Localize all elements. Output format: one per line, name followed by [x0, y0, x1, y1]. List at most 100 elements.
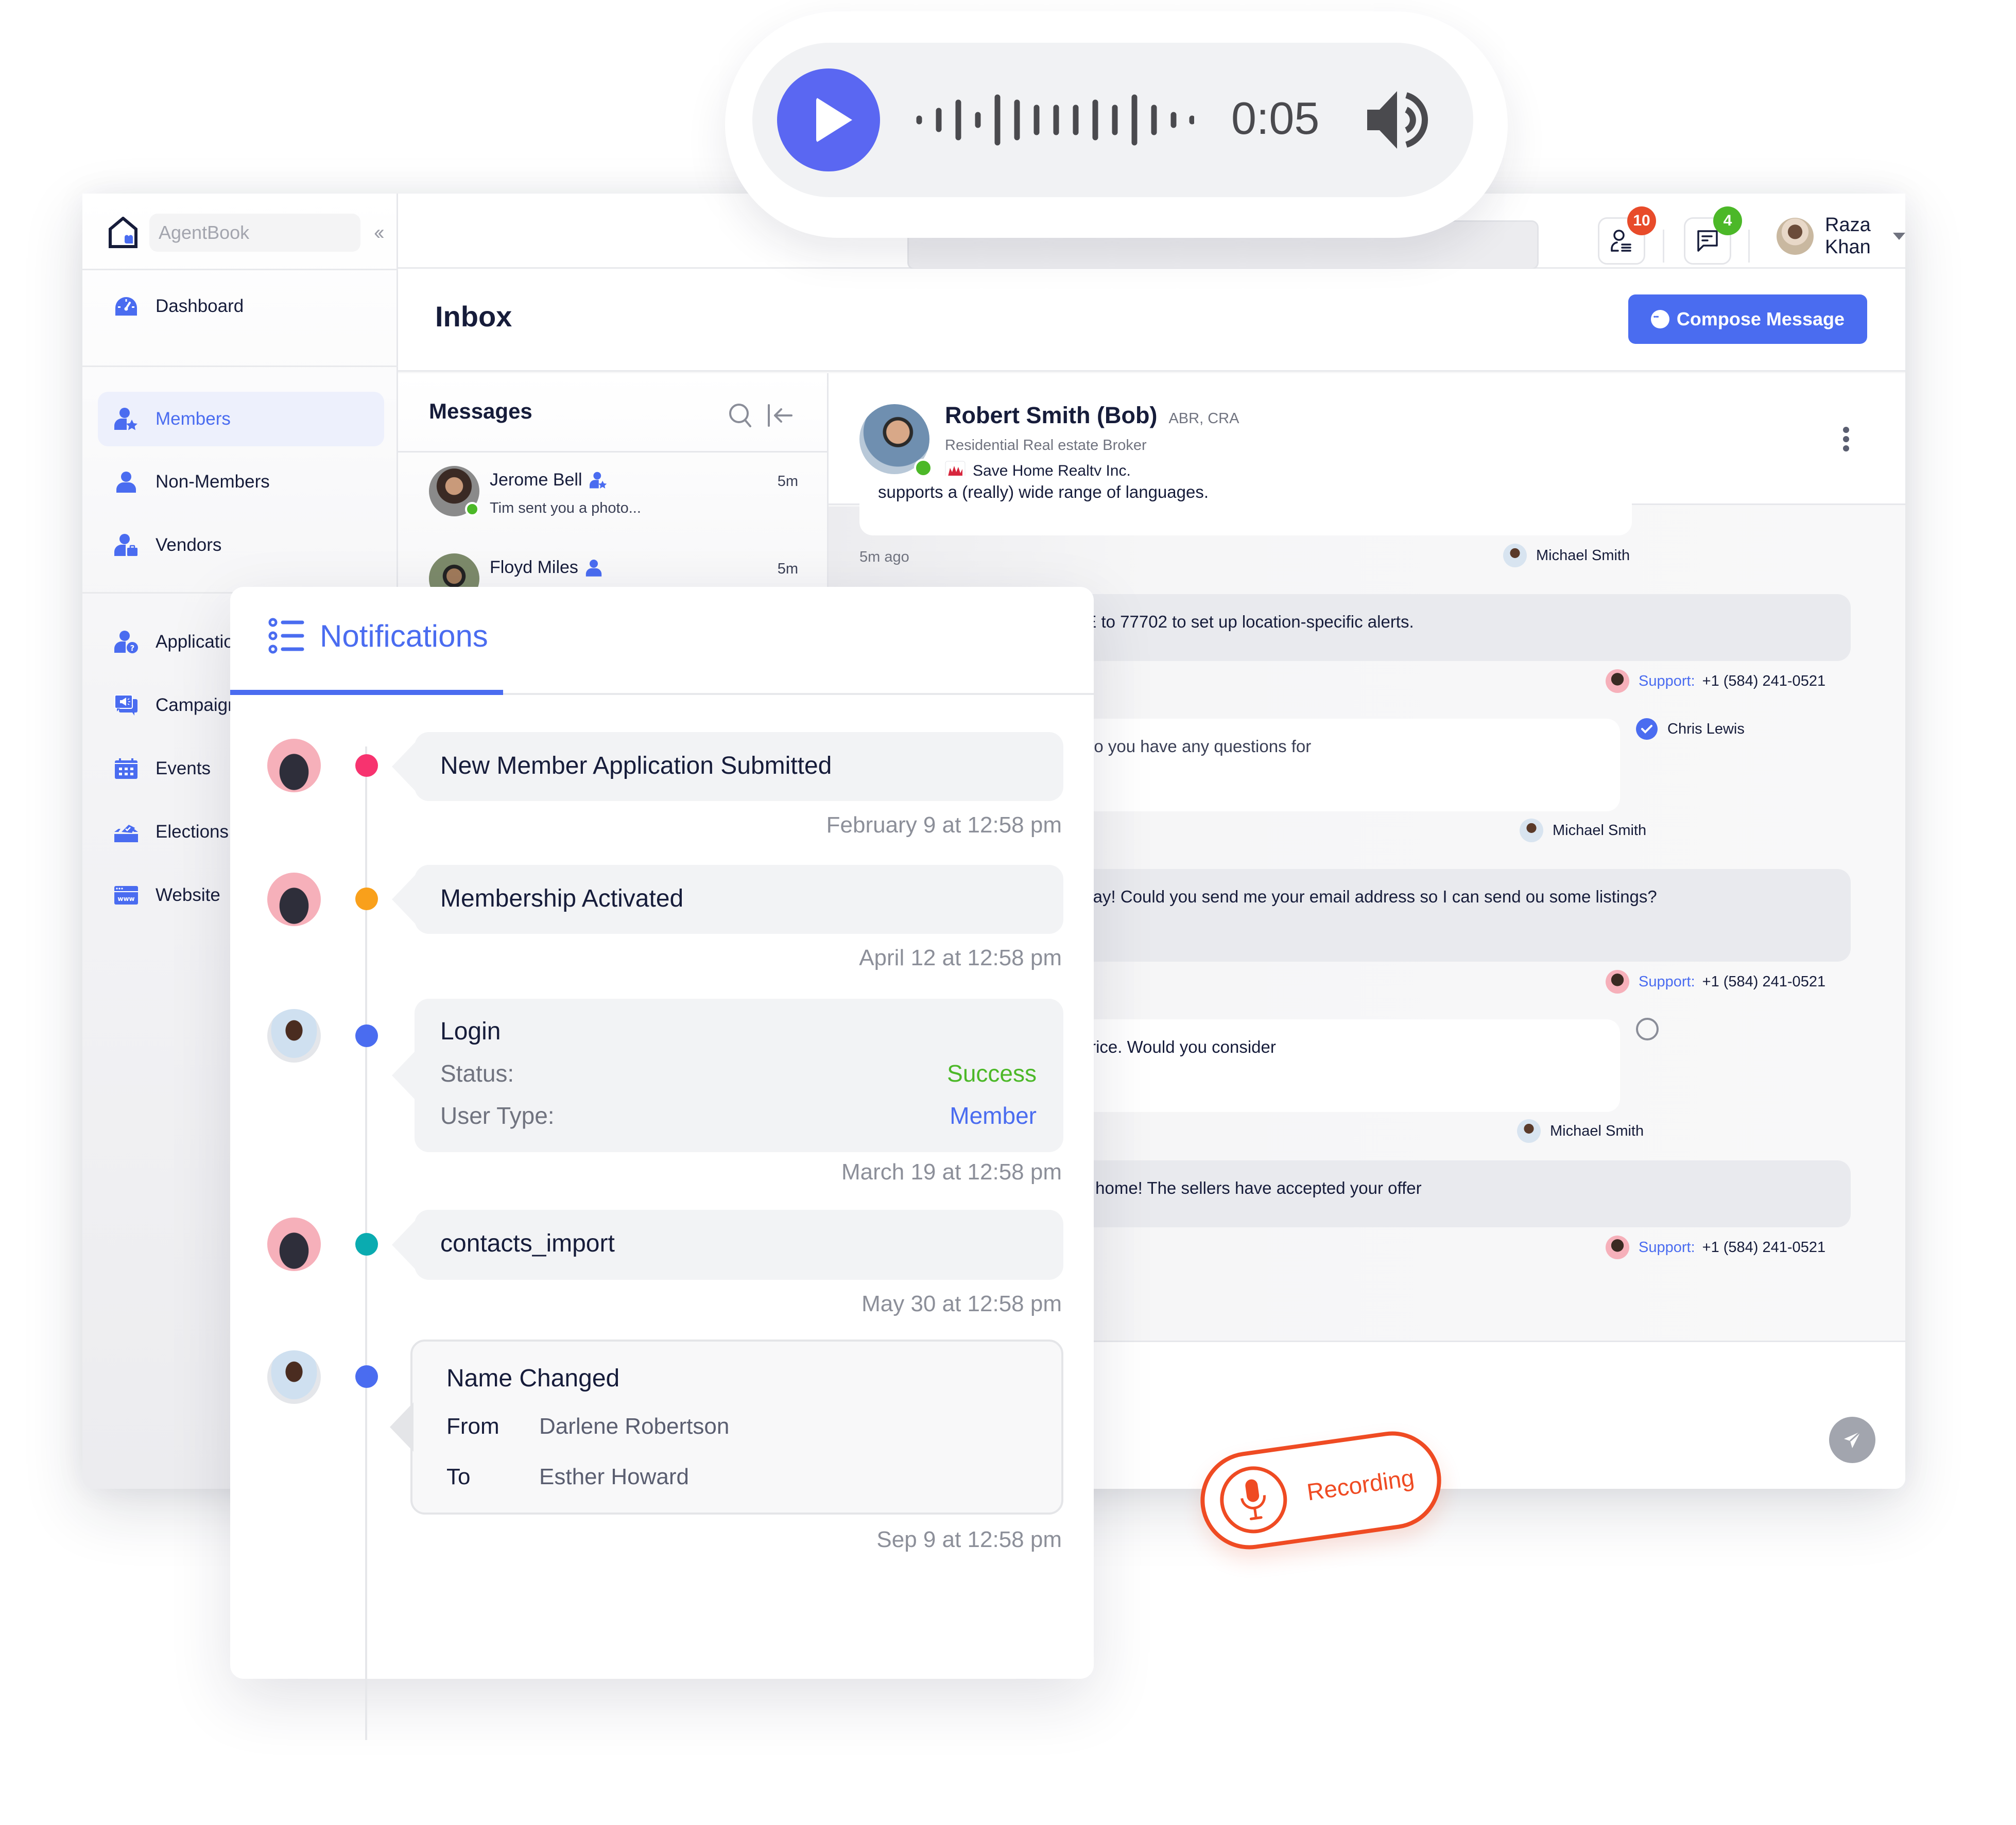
list-icon — [268, 618, 304, 654]
thread-time: 5m — [777, 561, 798, 577]
bearded-man-avatar — [267, 873, 321, 926]
notification-item[interactable]: Membership Activated — [392, 865, 1063, 934]
volume-icon[interactable] — [1363, 89, 1430, 151]
message-author: Support: +1 (584) 241-0521 — [1606, 1236, 1825, 1259]
waveform-icon[interactable] — [916, 94, 1194, 146]
divider — [82, 269, 398, 270]
thread-name: Floyd Miles — [490, 558, 602, 578]
author-phone: +1 (584) 241-0521 — [1702, 1239, 1826, 1256]
user-icon — [113, 469, 139, 495]
timeline-dot — [355, 1365, 378, 1388]
unchecked-circle-icon[interactable] — [1635, 1017, 1659, 1041]
notification-title: New Member Application Submitted — [440, 752, 832, 779]
message-author: Michael Smith — [1517, 1119, 1644, 1143]
author-label: Support: — [1639, 1239, 1695, 1256]
contacts-badge: 10 — [1627, 206, 1656, 235]
more-vertical-icon[interactable] — [1841, 425, 1851, 456]
checked-circle-icon[interactable] — [1635, 718, 1658, 740]
from-row: From Darlene Robertson — [446, 1414, 729, 1439]
notification-item[interactable]: contacts_import — [392, 1210, 1063, 1280]
to-label: To — [446, 1464, 471, 1489]
notification-item[interactable]: Login Status: Success User Type: Member — [392, 999, 1063, 1152]
ballot-box-icon — [113, 819, 139, 845]
sidebar-item-members[interactable]: Members — [98, 392, 384, 446]
message-thread[interactable]: Jerome Bell Tim sent you a photo... 5m — [429, 466, 798, 528]
collapse-panel-icon[interactable] — [767, 402, 794, 429]
megaphone-chat-icon — [113, 692, 139, 718]
notification-date: April 12 at 12:58 pm — [859, 945, 1062, 970]
notification-title: Login — [440, 1018, 501, 1045]
calendar-icon — [113, 756, 139, 781]
notification-date: March 19 at 12:58 pm — [841, 1159, 1062, 1185]
user-menu[interactable]: Raza Khan — [1777, 214, 1905, 258]
author-avatar — [1517, 1119, 1541, 1143]
user-question-icon: ? — [113, 629, 139, 655]
message-author: Michael Smith — [1520, 819, 1646, 842]
tab-label: Notifications — [320, 618, 488, 653]
divider — [1748, 230, 1750, 263]
author-phone: +1 (584) 241-0521 — [1702, 973, 1826, 990]
sidebar-item-label: Elections — [156, 822, 229, 842]
notification-date: May 30 at 12:58 pm — [861, 1291, 1062, 1316]
thread-preview: Tim sent you a photo... — [490, 500, 641, 516]
chat-dots-icon — [1650, 310, 1669, 328]
message-author: Support: +1 (584) 241-0521 — [1606, 970, 1825, 994]
to-value: Esther Howard — [539, 1464, 690, 1489]
author-phone: +1 (584) 241-0521 — [1702, 672, 1826, 689]
send-button[interactable] — [1829, 1417, 1875, 1463]
double-chevron-left-icon[interactable]: ‹‹ — [374, 221, 384, 245]
compose-label: Compose Message — [1676, 308, 1845, 329]
member-star-icon — [589, 472, 607, 489]
notifications-header: Notifications — [230, 587, 1094, 695]
support-avatar — [1606, 669, 1629, 693]
chat-bubble-icon — [1697, 230, 1718, 252]
message-text: supports a (really) wide range of langua… — [878, 482, 1209, 501]
dashboard-gauge-icon — [113, 293, 139, 319]
status-label: Status: — [440, 1060, 514, 1087]
sidebar-item-label: Dashboard — [156, 296, 244, 316]
messages-button[interactable]: 4 — [1684, 206, 1742, 265]
messages-title: Messages — [429, 399, 532, 423]
member-star-icon — [113, 406, 139, 432]
sidebar-item-non-members[interactable]: Non-Members — [98, 455, 384, 509]
timeline-dot — [355, 754, 378, 777]
inbox-header: Inbox Compose Message — [398, 269, 1905, 372]
sidebar-item-label: Vendors — [156, 535, 222, 555]
thread-time: 5m — [777, 473, 798, 490]
contact-title: Residential Real estate Broker — [945, 437, 1147, 454]
user-name: Raza Khan — [1825, 214, 1871, 258]
tab-notifications[interactable]: Notifications — [268, 618, 488, 654]
thread-name-text: Floyd Miles — [490, 558, 578, 577]
online-indicator — [914, 459, 933, 477]
author-avatar — [1520, 819, 1543, 842]
sidebar-item-vendors[interactable]: Vendors — [98, 518, 384, 572]
contact-name: Robert Smith (Bob) — [945, 402, 1158, 428]
svg-text:?: ? — [130, 644, 135, 653]
send-paper-plane-icon — [1844, 1431, 1862, 1448]
notification-date: February 9 at 12:58 pm — [826, 812, 1062, 838]
timeline-dot — [355, 888, 378, 910]
agentbook-logo-icon — [109, 217, 137, 248]
timeline-dot — [355, 1024, 378, 1047]
from-label: From — [446, 1414, 499, 1439]
play-button[interactable] — [777, 68, 880, 171]
audio-time: 0:05 — [1231, 93, 1320, 144]
notification-item[interactable]: New Member Application Submitted — [392, 732, 1063, 801]
sidebar-item-dashboard[interactable]: Dashboard — [98, 279, 384, 334]
contacts-button[interactable]: 10 — [1598, 206, 1656, 265]
active-tab-indicator — [230, 690, 503, 695]
author-label: Support: — [1639, 973, 1695, 990]
audio-player: 0:05 — [752, 43, 1473, 197]
notification-item[interactable]: Name Changed From Darlene Robertson To E… — [390, 1340, 1063, 1515]
contact-credentials: ABR, CRA — [1168, 410, 1239, 427]
caret-down-icon — [1893, 233, 1905, 240]
assignee-name: Chris Lewis — [1667, 720, 1745, 737]
chat-message: supports a (really) wide range of langua… — [859, 476, 1632, 535]
compose-message-button[interactable]: Compose Message — [1628, 294, 1867, 344]
online-indicator — [465, 502, 479, 516]
author-name: Michael Smith — [1536, 547, 1630, 564]
status-row: Status: Success — [440, 1059, 1037, 1087]
search-icon[interactable] — [728, 402, 753, 429]
author-avatar — [1503, 544, 1527, 567]
notification-title: contacts_import — [440, 1230, 615, 1257]
